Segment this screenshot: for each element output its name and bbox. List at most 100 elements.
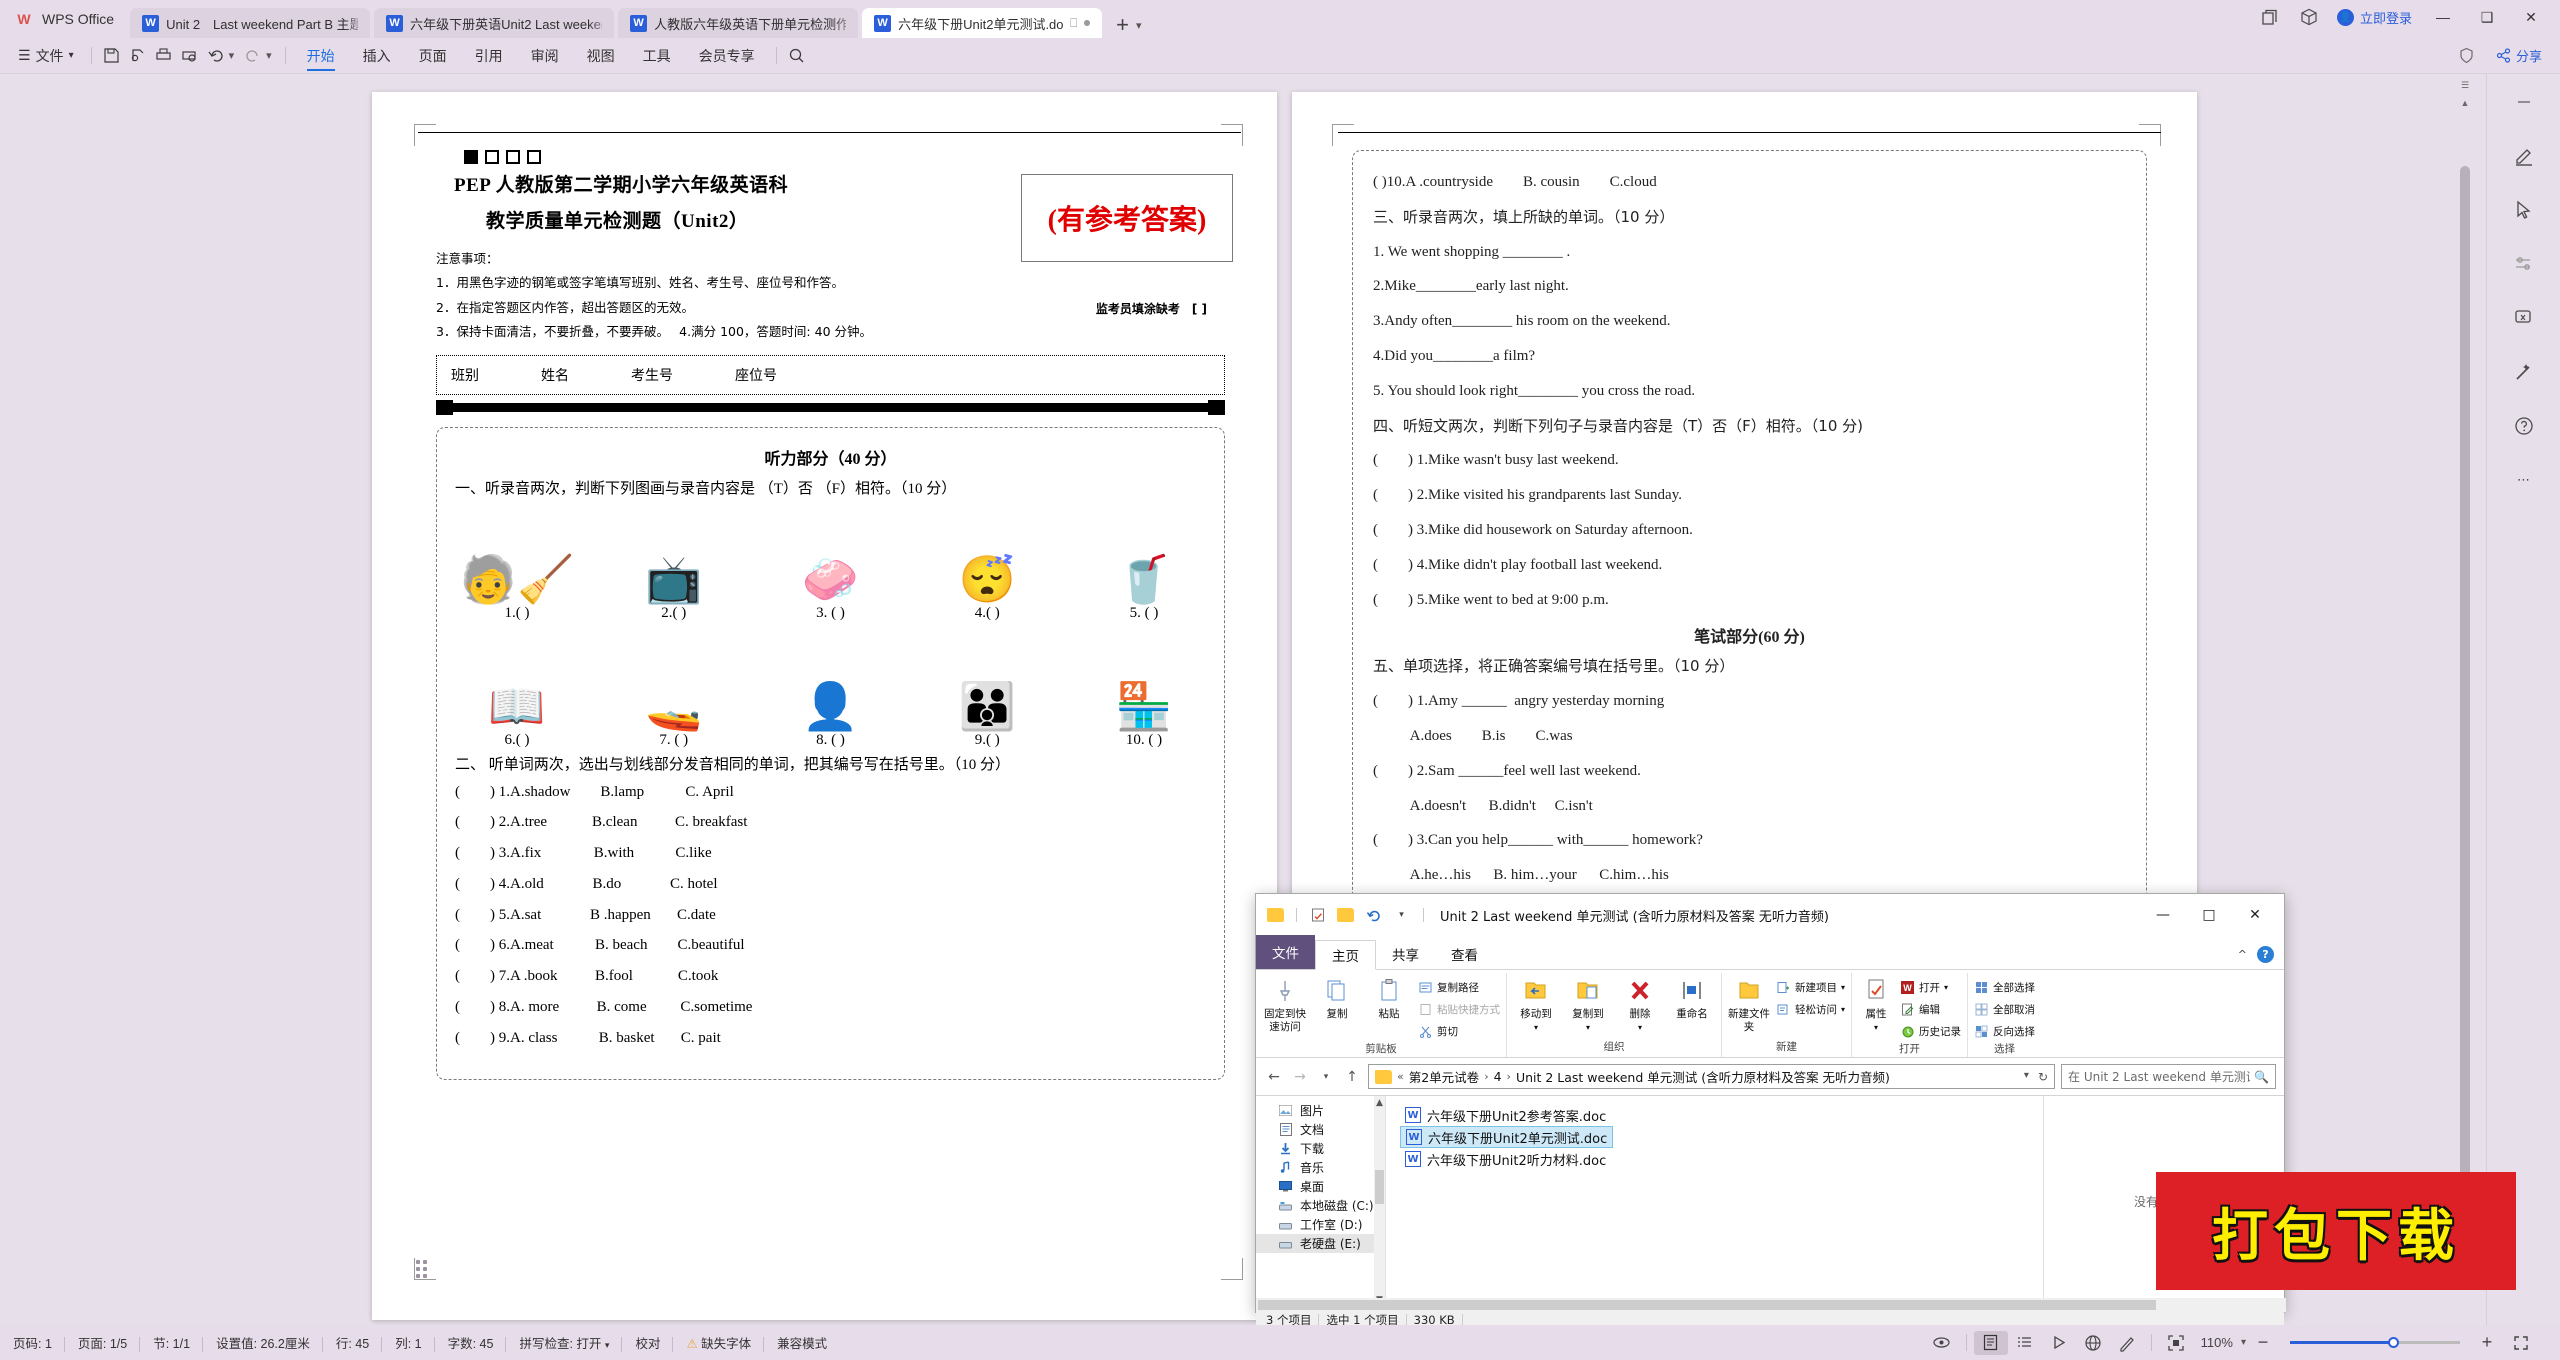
- help-icon[interactable]: [2510, 412, 2538, 440]
- new-item-button[interactable]: 新建项目 ▾: [1776, 978, 1845, 997]
- window-close-button[interactable]: ✕: [2518, 6, 2544, 28]
- easy-access-button[interactable]: 轻松访问 ▾: [1776, 1000, 1845, 1019]
- cut-button[interactable]: 剪切: [1418, 1022, 1500, 1041]
- chevron-down-icon[interactable]: ▾: [605, 1340, 610, 1350]
- delete-button[interactable]: 删除 ▾: [1617, 976, 1663, 1032]
- customize-chevron-icon[interactable]: ▾: [1392, 907, 1411, 924]
- nav-scrollbar[interactable]: ▲ ▼: [1374, 1096, 1385, 1307]
- read-icon[interactable]: [2042, 1331, 2076, 1355]
- ribbon-tab-page[interactable]: 页面: [405, 38, 461, 74]
- up-button[interactable]: ↑: [1342, 1069, 1362, 1085]
- doc-tab-3-active[interactable]: W 六年级下册Unit2单元测试.doc ⎕: [862, 8, 1103, 38]
- doc-tab-2[interactable]: W 人教版六年级英语下册单元检测作业: [618, 8, 859, 38]
- invert-selection-button[interactable]: 反向选择: [1974, 1022, 2035, 1041]
- undo-icon[interactable]: [203, 43, 229, 69]
- file-row-2[interactable]: W 六年级下册Unit2听力材料.doc: [1400, 1148, 1611, 1170]
- new-folder-icon[interactable]: [1336, 907, 1355, 924]
- status-position[interactable]: 设置值: 26.2厘米: [203, 1333, 323, 1352]
- nav-item-desktop[interactable]: 桌面: [1256, 1177, 1385, 1196]
- file-list[interactable]: W 六年级下册Unit2参考答案.doc W 六年级下册Unit2单元测试.do…: [1386, 1096, 2044, 1307]
- breadcrumb-item-0[interactable]: 第2单元试卷: [1409, 1067, 1479, 1086]
- nav-item-drive-e[interactable]: 老硬盘 (E:): [1256, 1234, 1385, 1253]
- search-input[interactable]: 在 Unit 2 Last weekend 单元测试... 🔍: [2061, 1064, 2276, 1089]
- explorer-hscroll-thumb[interactable]: [1258, 1300, 2156, 1310]
- web-icon[interactable]: [2076, 1331, 2110, 1355]
- nav-item-music[interactable]: 音乐: [1256, 1158, 1385, 1177]
- explorer-title-bar[interactable]: ▾ Unit 2 Last weekend 单元测试 (含听力原材料及答案 无听…: [1256, 894, 2284, 936]
- cube-icon[interactable]: [2299, 7, 2319, 27]
- magic-wand-icon[interactable]: [2510, 358, 2538, 386]
- share-button[interactable]: 分享: [2496, 46, 2542, 65]
- nav-item-pictures[interactable]: 图片: [1256, 1101, 1385, 1120]
- save-icon[interactable]: [99, 43, 125, 69]
- zoom-in-button[interactable]: +: [2470, 1331, 2504, 1355]
- protect-icon[interactable]: [2454, 43, 2480, 69]
- login-button[interactable]: 👤 立即登录: [2336, 8, 2412, 27]
- zoom-level-label[interactable]: 110%: [2193, 1335, 2241, 1350]
- recent-locations-icon[interactable]: ▾: [1316, 1072, 1336, 1082]
- zoom-slider-knob[interactable]: [2388, 1337, 2399, 1348]
- nav-item-documents[interactable]: 文档: [1256, 1120, 1385, 1139]
- cursor-select-icon[interactable]: [2510, 196, 2538, 224]
- collapse-icon[interactable]: [2510, 88, 2538, 116]
- nav-scrollbar-thumb[interactable]: [1375, 1170, 1384, 1204]
- outline-icon[interactable]: [2008, 1331, 2042, 1355]
- help-icon[interactable]: ?: [2257, 946, 2274, 963]
- print-search-icon[interactable]: [177, 43, 203, 69]
- redo-icon[interactable]: [240, 43, 266, 69]
- chevron-down-icon[interactable]: ▾: [1874, 1023, 1878, 1033]
- status-section[interactable]: 节: 1/1: [140, 1333, 203, 1352]
- zoom-slider[interactable]: [2290, 1337, 2460, 1348]
- file-row-1-selected[interactable]: W 六年级下册Unit2单元测试.doc: [1400, 1126, 1614, 1148]
- status-spellcheck[interactable]: 拼写检查: 打开 ▾: [506, 1333, 623, 1352]
- refresh-icon[interactable]: ↻: [2038, 1070, 2048, 1084]
- breadcrumb-item-2[interactable]: Unit 2 Last weekend 单元测试 (含听力原材料及答案 无听力音…: [1516, 1067, 1890, 1086]
- ribbon-tab-vip[interactable]: 会员专享: [685, 38, 769, 74]
- explorer-tab-file[interactable]: 文件: [1256, 935, 1315, 969]
- pin-to-quick-access-button[interactable]: 固定到快速访问: [1262, 976, 1308, 1033]
- chevron-down-icon[interactable]: ▾: [1638, 1023, 1642, 1033]
- pen-icon[interactable]: [2110, 1331, 2144, 1355]
- status-row[interactable]: 行: 45: [323, 1333, 383, 1352]
- page-layout-icon[interactable]: [1973, 1330, 2008, 1355]
- chevron-down-icon[interactable]: ▾: [1534, 1023, 1538, 1033]
- object-drag-handle[interactable]: [416, 1260, 430, 1278]
- fit-page-icon[interactable]: [2504, 1331, 2538, 1355]
- pen-edit-icon[interactable]: [2510, 142, 2538, 170]
- move-to-button[interactable]: 移动到 ▾: [1513, 976, 1559, 1032]
- nav-item-drive-c[interactable]: 本地磁盘 (C:): [1256, 1196, 1385, 1215]
- chevron-down-icon[interactable]: ▾: [1841, 1005, 1845, 1014]
- status-compat-mode[interactable]: 兼容模式: [764, 1333, 840, 1352]
- windows-stack-icon[interactable]: [2261, 7, 2281, 27]
- ribbon-tab-review[interactable]: 审阅: [517, 38, 573, 74]
- breadcrumb-dropdown-icon[interactable]: ▾: [2024, 1070, 2029, 1084]
- doc-tab-1[interactable]: W 六年级下册英语Unit2 Last weekend: [374, 8, 615, 38]
- new-folder-button[interactable]: 新建文件夹: [1728, 976, 1770, 1033]
- explorer-close-button[interactable]: ✕: [2232, 900, 2278, 930]
- doc-tab-0[interactable]: W Unit 2 Last weekend Part B 主题: [130, 8, 371, 38]
- explorer-minimize-button[interactable]: —: [2140, 900, 2186, 930]
- scroll-up-arrow-icon[interactable]: ▲: [2458, 98, 2472, 108]
- scrollbar-thumb[interactable]: [2460, 166, 2470, 1176]
- status-proofread[interactable]: 校对: [622, 1333, 674, 1352]
- status-word-count[interactable]: 字数: 45: [435, 1333, 507, 1352]
- select-all-button[interactable]: 全部选择: [1974, 978, 2035, 997]
- explorer-nav-pane[interactable]: 图片 文档 下载 音乐 桌面 本地磁盘 (C:) 工作室 (D:) 老硬盘 (E…: [1256, 1096, 1386, 1307]
- stamp-tool-icon[interactable]: [2510, 304, 2538, 332]
- breadcrumb[interactable]: « 第2单元试卷 › 4 › Unit 2 Last weekend 单元测试 …: [1368, 1064, 2055, 1089]
- document-scrollbar[interactable]: ☰ ▲: [2458, 74, 2472, 1325]
- new-tab-button[interactable]: +: [1106, 14, 1136, 38]
- ribbon-tab-home[interactable]: 开始: [293, 38, 349, 74]
- chevron-down-icon[interactable]: ▾: [1944, 983, 1948, 992]
- collapse-ribbon-icon[interactable]: ^: [2238, 948, 2247, 961]
- ribbon-tab-reference[interactable]: 引用: [461, 38, 517, 74]
- history-button[interactable]: 历史记录: [1900, 1022, 1961, 1041]
- undo-dropdown-icon[interactable]: ▾: [229, 49, 241, 62]
- window-restore-button[interactable]: ❑: [2474, 6, 2500, 28]
- ribbon-tab-tools[interactable]: 工具: [629, 38, 685, 74]
- back-button[interactable]: ←: [1264, 1069, 1284, 1085]
- select-none-button[interactable]: 全部取消: [1974, 1000, 2035, 1019]
- nav-item-drive-d[interactable]: 工作室 (D:): [1256, 1215, 1385, 1234]
- status-missing-font[interactable]: ⚠ 缺失字体: [673, 1333, 764, 1352]
- rename-button[interactable]: 重命名: [1669, 976, 1715, 1021]
